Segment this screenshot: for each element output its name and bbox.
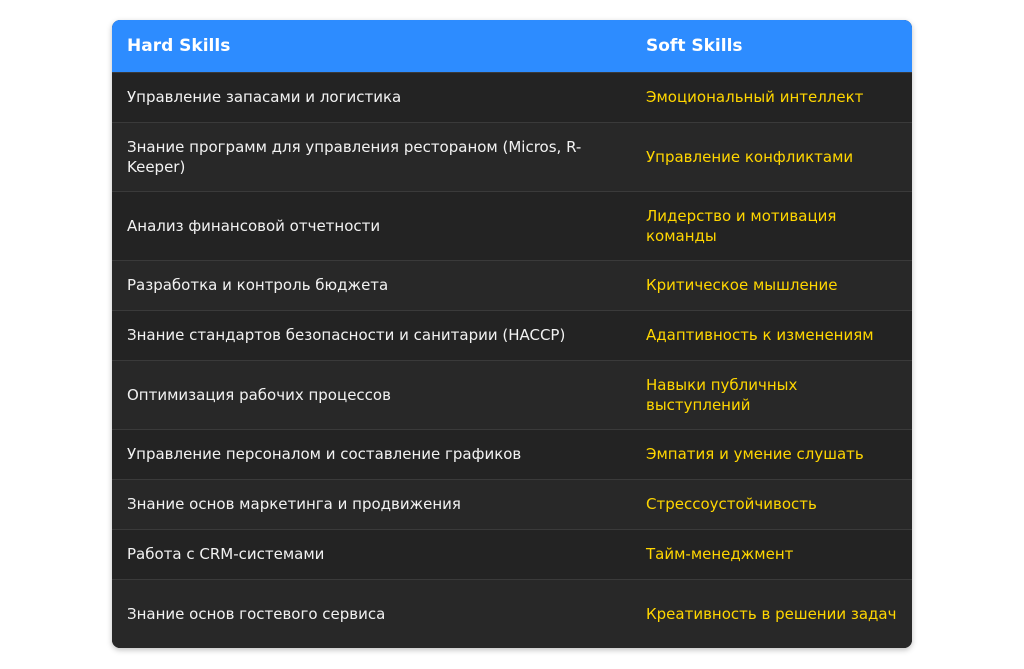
header-row: Hard Skills Soft Skills: [112, 20, 912, 72]
table-row: Работа с CRM-системами Тайм-менеджмент: [112, 528, 912, 579]
table-row: Знание основ маркетинга и продвижения Ст…: [112, 478, 912, 529]
table-row: Знание основ гостевого сервиса Креативно…: [112, 578, 912, 648]
skills-table-card: Hard Skills Soft Skills Управление запас…: [112, 20, 912, 648]
hard-skill-cell: Управление персоналом и составление граф…: [112, 428, 631, 479]
soft-skill-cell: Тайм-менеджмент: [631, 528, 912, 579]
skills-table: Hard Skills Soft Skills Управление запас…: [112, 20, 912, 648]
hard-skill-cell: Знание основ гостевого сервиса: [112, 578, 631, 648]
table-row: Анализ финансовой отчетности Лидерство и…: [112, 190, 912, 260]
soft-skill-cell: Лидерство и мотивация команды: [631, 190, 912, 260]
table-row: Знание программ для управления ресторано…: [112, 121, 912, 191]
table-body: Управление запасами и логистика Эмоциона…: [112, 71, 912, 648]
hard-skill-cell: Работа с CRM-системами: [112, 528, 631, 579]
soft-skill-cell: Эмоциональный интеллект: [631, 71, 912, 122]
hard-skill-cell: Управление запасами и логистика: [112, 71, 631, 122]
header-soft-skills: Soft Skills: [631, 20, 912, 72]
table-header: Hard Skills Soft Skills: [112, 20, 912, 72]
hard-skill-cell: Знание программ для управления ресторано…: [112, 121, 631, 191]
hard-skill-cell: Анализ финансовой отчетности: [112, 190, 631, 260]
hard-skill-cell: Оптимизация рабочих процессов: [112, 359, 631, 429]
table-row: Управление персоналом и составление граф…: [112, 428, 912, 479]
table-row: Управление запасами и логистика Эмоциона…: [112, 71, 912, 122]
table-row: Разработка и контроль бюджета Критическо…: [112, 259, 912, 310]
soft-skill-cell: Стрессоустойчивость: [631, 478, 912, 529]
soft-skill-cell: Навыки публичных выступлений: [631, 359, 912, 429]
soft-skill-cell: Эмпатия и умение слушать: [631, 428, 912, 479]
table-row: Оптимизация рабочих процессов Навыки пуб…: [112, 359, 912, 429]
soft-skill-cell: Креативность в решении задач: [631, 578, 912, 648]
hard-skill-cell: Знание стандартов безопасности и санитар…: [112, 309, 631, 360]
hard-skill-cell: Знание основ маркетинга и продвижения: [112, 478, 631, 529]
soft-skill-cell: Адаптивность к изменениям: [631, 309, 912, 360]
hard-skill-cell: Разработка и контроль бюджета: [112, 259, 631, 310]
soft-skill-cell: Критическое мышление: [631, 259, 912, 310]
table-row: Знание стандартов безопасности и санитар…: [112, 309, 912, 360]
header-hard-skills: Hard Skills: [112, 20, 631, 72]
soft-skill-cell: Управление конфликтами: [631, 121, 912, 191]
